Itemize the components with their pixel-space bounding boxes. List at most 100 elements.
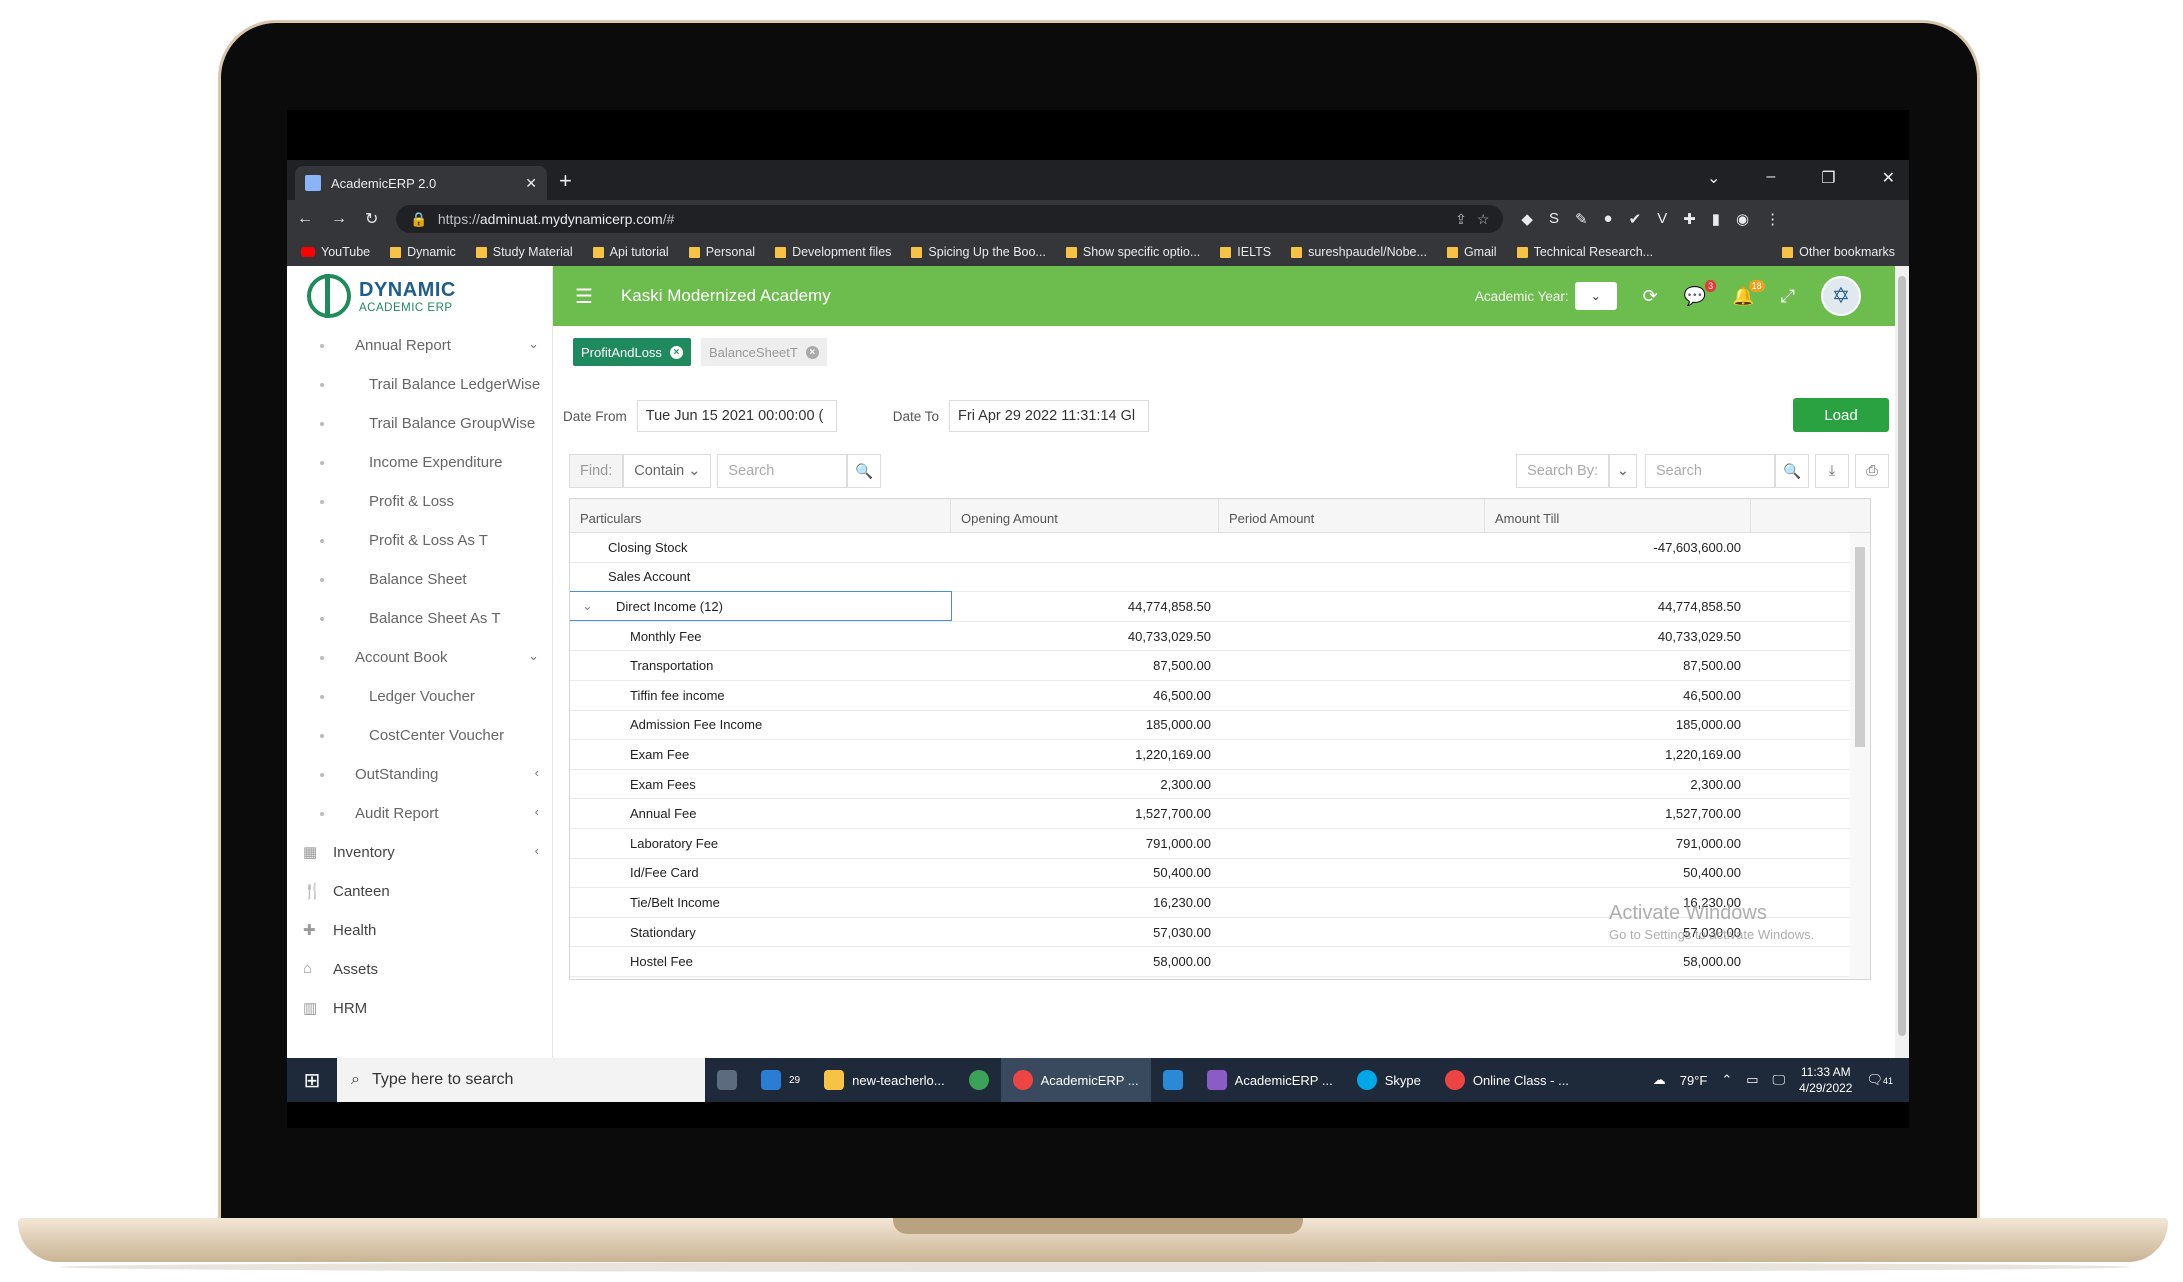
weather-icon[interactable]: ☁ (1653, 1072, 1666, 1088)
print-icon[interactable]: ⎙ (1855, 454, 1889, 488)
hamburger-menu-icon[interactable]: ☰ (575, 284, 593, 309)
sidebar-item-outstanding[interactable]: OutStanding ‹ (287, 755, 553, 794)
table-row[interactable]: Laboratory Fee 791,000.00 791,000.00 (570, 829, 1850, 859)
search-icon[interactable]: 🔍 (1775, 454, 1809, 488)
profile-icon[interactable]: ◉ (1736, 210, 1749, 228)
grid-scroll-thumb[interactable] (1855, 547, 1865, 747)
table-row[interactable]: Monthly Fee 40,733,029.50 40,733,029.50 (570, 622, 1850, 652)
refresh-icon[interactable]: ⟳ (1643, 286, 1658, 307)
close-tab-icon[interactable]: ✕ (525, 175, 537, 192)
chevron-icon[interactable]: ‹ (535, 843, 539, 858)
bookmark-item[interactable]: Spicing Up the Boo... (911, 245, 1046, 259)
search-icon[interactable]: 🔍 (847, 454, 882, 488)
extension-icon[interactable]: ✔ (1629, 210, 1642, 228)
taskbar-app-chrome[interactable]: AcademicERP ... (1000, 1058, 1151, 1102)
table-row[interactable]: Hostel Fee 58,000.00 58,000.00 (570, 947, 1850, 977)
expand-chevron-icon[interactable]: ⌄ (582, 598, 593, 614)
taskbar-app-explorer[interactable]: new-teacherlo... (812, 1058, 957, 1102)
minimize-button[interactable]: – (1766, 168, 1775, 188)
bookmark-item[interactable]: sureshpaudel/Nobe... (1291, 245, 1427, 259)
close-icon[interactable]: × (669, 345, 683, 359)
vscode-icon[interactable] (1151, 1058, 1195, 1102)
chevron-icon[interactable]: ‹ (535, 765, 539, 780)
menu-kebab-icon[interactable]: ⋮ (1765, 210, 1780, 228)
chevron-icon[interactable]: ⌄ (528, 648, 539, 664)
find-search-input[interactable]: Search (717, 454, 848, 488)
taskbar-app-skype[interactable]: Skype (1345, 1058, 1433, 1102)
notification-center-icon[interactable]: 🗨41 (1866, 1072, 1893, 1088)
store-icon[interactable] (705, 1058, 749, 1102)
extension-icon[interactable]: ✎ (1575, 210, 1588, 228)
back-icon[interactable]: ← (297, 210, 313, 228)
clock[interactable]: 11:33 AM 4/29/2022 (1799, 1064, 1852, 1096)
sidebar-item-hrm[interactable]: ▥ HRM (287, 989, 553, 1028)
academic-year-select[interactable]: ⌄ (1574, 282, 1617, 310)
sidebar-item-audit-report[interactable]: Audit Report ‹ (287, 794, 553, 833)
reload-icon[interactable]: ↻ (365, 209, 378, 229)
page-scroll-thumb[interactable] (1898, 276, 1906, 1036)
windows-start-icon[interactable]: ⊞ (287, 1068, 337, 1093)
table-row[interactable]: Transportation 87,500.00 87,500.00 (570, 651, 1850, 681)
col-amount-till[interactable]: Amount Till (1485, 499, 1751, 532)
col-period-amount[interactable]: Period Amount (1219, 499, 1485, 532)
sidebar-item-costcenter-voucher[interactable]: CostCenter Voucher (287, 716, 553, 755)
mail-icon[interactable]: 29 (749, 1058, 812, 1102)
table-row[interactable]: Closing Stock -47,603,600.00 (570, 533, 1850, 563)
bookmark-star-icon[interactable]: ☆ (1477, 211, 1490, 228)
load-button[interactable]: Load (1793, 398, 1889, 432)
other-bookmarks[interactable]: Other bookmarks (1782, 245, 1895, 259)
extension-icon[interactable]: S (1549, 210, 1559, 228)
sidebar-item-canteen[interactable]: 🍴 Canteen (287, 872, 553, 911)
bookmark-item[interactable]: IELTS (1220, 245, 1271, 259)
sidebar-item-account-book[interactable]: Account Book ⌄ (287, 638, 553, 677)
sidebar-item-income-expenditure[interactable]: Income Expenditure (287, 443, 553, 482)
table-row[interactable]: Tiffin fee income 46,500.00 46,500.00 (570, 681, 1850, 711)
date-to-input[interactable]: Fri Apr 29 2022 11:31:14 Gl (949, 400, 1150, 432)
bookmark-item[interactable]: Technical Research... (1516, 245, 1653, 259)
bookmark-item[interactable]: Api tutorial (592, 245, 669, 259)
taskbar-app-icon[interactable] (957, 1058, 1001, 1102)
fullscreen-icon[interactable]: ⤢ (1781, 286, 1795, 307)
taskbar-app-chrome-2[interactable]: Online Class - ... (1433, 1058, 1581, 1102)
puzzle-icon[interactable]: ✚ (1683, 210, 1696, 228)
sidebar-item-profit-loss[interactable]: Profit & Loss (287, 482, 553, 521)
battery-icon[interactable]: ▭ (1746, 1072, 1758, 1088)
share-icon[interactable]: ⇪ (1455, 211, 1467, 228)
chevron-down-icon[interactable]: ⌄ (1609, 454, 1637, 488)
forward-icon[interactable]: → (331, 210, 347, 228)
close-window-button[interactable]: ✕ (1882, 168, 1895, 188)
bookmark-item[interactable]: Show specific optio... (1065, 245, 1200, 259)
url-field[interactable]: 🔒 https://adminuat.mydynamicerp.com/# ⇪ … (396, 205, 1504, 233)
sidebar-item-assets[interactable]: ⌂ Assets (287, 950, 553, 989)
tray-chevron-icon[interactable]: ⌃ (1721, 1072, 1732, 1088)
search-by-select[interactable]: Search By: (1516, 454, 1609, 488)
bookmark-item[interactable]: Study Material (475, 245, 573, 259)
table-row[interactable]: Exam Fee 1,220,169.00 1,220,169.00 (570, 740, 1850, 770)
table-row[interactable]: Id/Fee Card 50,400.00 50,400.00 (570, 859, 1850, 889)
weather-temp[interactable]: 79°F (1680, 1073, 1708, 1088)
table-row[interactable]: Sales Account (570, 563, 1850, 593)
sidebar-item-ledger-voucher[interactable]: Ledger Voucher (287, 677, 553, 716)
extension-icon[interactable]: ● (1604, 210, 1613, 228)
new-tab-button[interactable]: + (559, 168, 572, 194)
chevron-icon[interactable]: ‹ (535, 804, 539, 819)
bookmark-item[interactable]: Personal (688, 245, 755, 259)
extension-icon[interactable]: V (1657, 210, 1667, 228)
report-tab-profitandloss[interactable]: ProfitAndLoss × (573, 338, 691, 366)
download-icon[interactable]: ⤓ (1815, 454, 1849, 488)
page-scrollbar[interactable] (1895, 266, 1909, 1058)
sidebar-item-trail-balance-ledgerwise[interactable]: Trail Balance LedgerWise (287, 365, 553, 404)
chevron-icon[interactable]: ⌄ (528, 336, 539, 352)
table-row[interactable]: Admission Fee Income 185,000.00 185,000.00 (570, 711, 1850, 741)
bookmark-item[interactable]: Development files (775, 245, 891, 259)
extension-icon[interactable]: ◆ (1521, 210, 1533, 228)
table-row[interactable]: Exam Fees 2,300.00 2,300.00 (570, 770, 1850, 800)
network-icon[interactable]: 🖵 (1773, 1072, 1786, 1088)
col-opening-amount[interactable]: Opening Amount (951, 499, 1219, 532)
sidebar-item-balance-sheet[interactable]: Balance Sheet (287, 560, 553, 599)
browser-tab[interactable]: AcademicERP 2.0 ✕ (295, 166, 547, 200)
sidebar-item-balance-sheet-as-t[interactable]: Balance Sheet As T (287, 599, 553, 638)
sidebar-item-inventory[interactable]: ▦ Inventory ‹ (287, 833, 553, 872)
user-avatar[interactable]: ✡ (1821, 276, 1861, 316)
taskbar-app-visual-studio[interactable]: AcademicERP ... (1195, 1058, 1345, 1102)
